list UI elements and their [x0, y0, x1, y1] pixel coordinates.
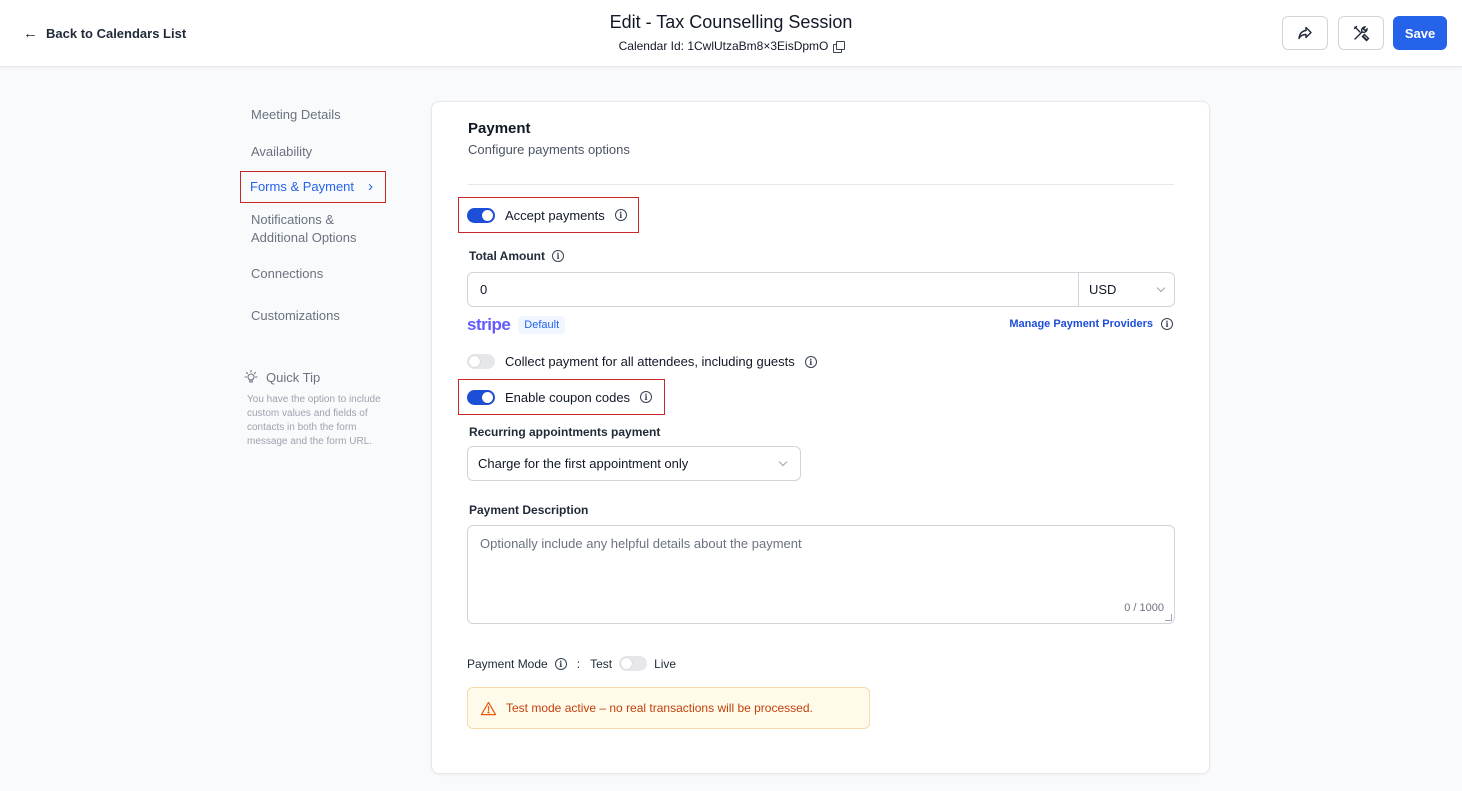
top-header: ← Back to Calendars List Edit - Tax Coun…	[0, 0, 1462, 67]
sidebar-item-availability[interactable]: Availability	[240, 130, 400, 167]
settings-tools-button[interactable]	[1338, 16, 1384, 50]
currency-select[interactable]: USD	[1078, 273, 1174, 306]
payment-description-input[interactable]	[468, 526, 1174, 623]
sidebar-item-forms-payment[interactable]: Forms & Payment ›	[240, 171, 386, 203]
accept-payments-row: Accept payments i	[458, 197, 639, 233]
chevron-down-icon	[1156, 283, 1166, 293]
page-title: Edit - Tax Counselling Session	[609, 12, 853, 32]
quick-tip-text: You have the option to include custom va…	[247, 394, 381, 447]
chevron-right-icon: ›	[368, 178, 374, 195]
quick-tip: Quick Tip You have the option to include…	[243, 369, 383, 449]
live-label: Live	[654, 656, 677, 671]
manage-payment-providers-link[interactable]: Manage Payment Providers i	[1009, 318, 1173, 330]
sidebar-item-meeting-details[interactable]: Meeting Details	[240, 100, 400, 130]
payment-provider-row: stripe Default	[467, 315, 566, 335]
collect-all-label: Collect payment for all attendees, inclu…	[505, 354, 795, 369]
total-amount-label-text: Total Amount	[469, 249, 545, 263]
divider	[468, 184, 1174, 185]
stripe-logo: stripe	[467, 315, 511, 334]
coupon-codes-row: Enable coupon codes i	[458, 379, 665, 415]
calendar-id-text: Calendar Id: 1CwlUtzaBm8×3EisDpmO	[618, 39, 829, 53]
payment-card: Payment Configure payments options Accep…	[431, 101, 1210, 774]
settings-sidebar: Meeting Details Availability Forms & Pay…	[240, 100, 400, 331]
sidebar-item-connections[interactable]: Connections	[240, 259, 400, 289]
alert-text: Test mode active – no real transactions …	[506, 701, 813, 715]
payment-description-field: 0 / 1000	[467, 525, 1175, 624]
separator: :	[576, 656, 581, 671]
payment-mode-label: Payment Mode	[467, 656, 548, 671]
test-mode-alert: Test mode active – no real transactions …	[467, 687, 870, 729]
info-icon[interactable]: i	[804, 355, 817, 368]
currency-value: USD	[1089, 282, 1117, 297]
info-icon[interactable]: i	[640, 391, 653, 403]
info-icon[interactable]: i	[614, 209, 627, 221]
share-button[interactable]	[1282, 16, 1328, 50]
recurring-payment-select[interactable]: Charge for the first appointment only	[467, 446, 801, 481]
resize-handle[interactable]	[1165, 614, 1172, 621]
recurring-label: Recurring appointments payment	[469, 425, 661, 439]
total-amount-input[interactable]	[468, 273, 1078, 306]
accept-payments-label: Accept payments	[505, 207, 605, 223]
payment-mode-row: Payment Mode i : Test Live	[467, 656, 676, 671]
test-label: Test	[590, 656, 613, 671]
sidebar-item-customizations[interactable]: Customizations	[240, 301, 400, 331]
sidebar-item-label: Forms & Payment	[250, 179, 355, 194]
sidebar-item-notifications[interactable]: Notifications & Additional Options	[240, 205, 370, 253]
tools-icon	[1353, 25, 1370, 42]
collect-all-row: Collect payment for all attendees, inclu…	[467, 354, 817, 369]
collect-all-toggle[interactable]	[467, 354, 495, 369]
calendar-id: Calendar Id: 1CwlUtzaBm8×3EisDpmO	[618, 39, 846, 53]
character-counter: 0 / 1000	[1124, 602, 1164, 614]
warning-icon	[480, 701, 497, 715]
payment-mode-toggle[interactable]	[619, 656, 648, 671]
total-amount-field: USD	[467, 272, 1175, 307]
section-subtitle: Configure payments options	[468, 142, 630, 157]
info-icon[interactable]: i	[1161, 318, 1173, 330]
save-button[interactable]: Save	[1393, 16, 1447, 50]
copy-icon[interactable]	[833, 41, 846, 53]
quick-tip-title: Quick Tip	[266, 369, 321, 385]
chevron-down-icon	[778, 457, 788, 467]
info-icon[interactable]: i	[551, 250, 564, 262]
accept-payments-toggle[interactable]	[467, 207, 495, 223]
info-icon[interactable]: i	[554, 657, 567, 670]
share-icon	[1298, 26, 1312, 40]
section-title: Payment	[468, 120, 531, 137]
title-block: Edit - Tax Counselling Session Calendar …	[0, 11, 1462, 55]
payment-description-label: Payment Description	[469, 503, 589, 517]
quick-tip-header: Quick Tip	[243, 369, 383, 385]
recurring-payment-value: Charge for the first appointment only	[478, 456, 689, 471]
coupon-codes-toggle[interactable]	[467, 389, 495, 405]
coupon-codes-label: Enable coupon codes	[505, 389, 631, 405]
manage-link-label: Manage Payment Providers	[1009, 318, 1153, 330]
default-badge: Default	[518, 316, 566, 334]
total-amount-label: Total Amount i	[469, 249, 564, 263]
lightbulb-icon	[244, 369, 258, 383]
